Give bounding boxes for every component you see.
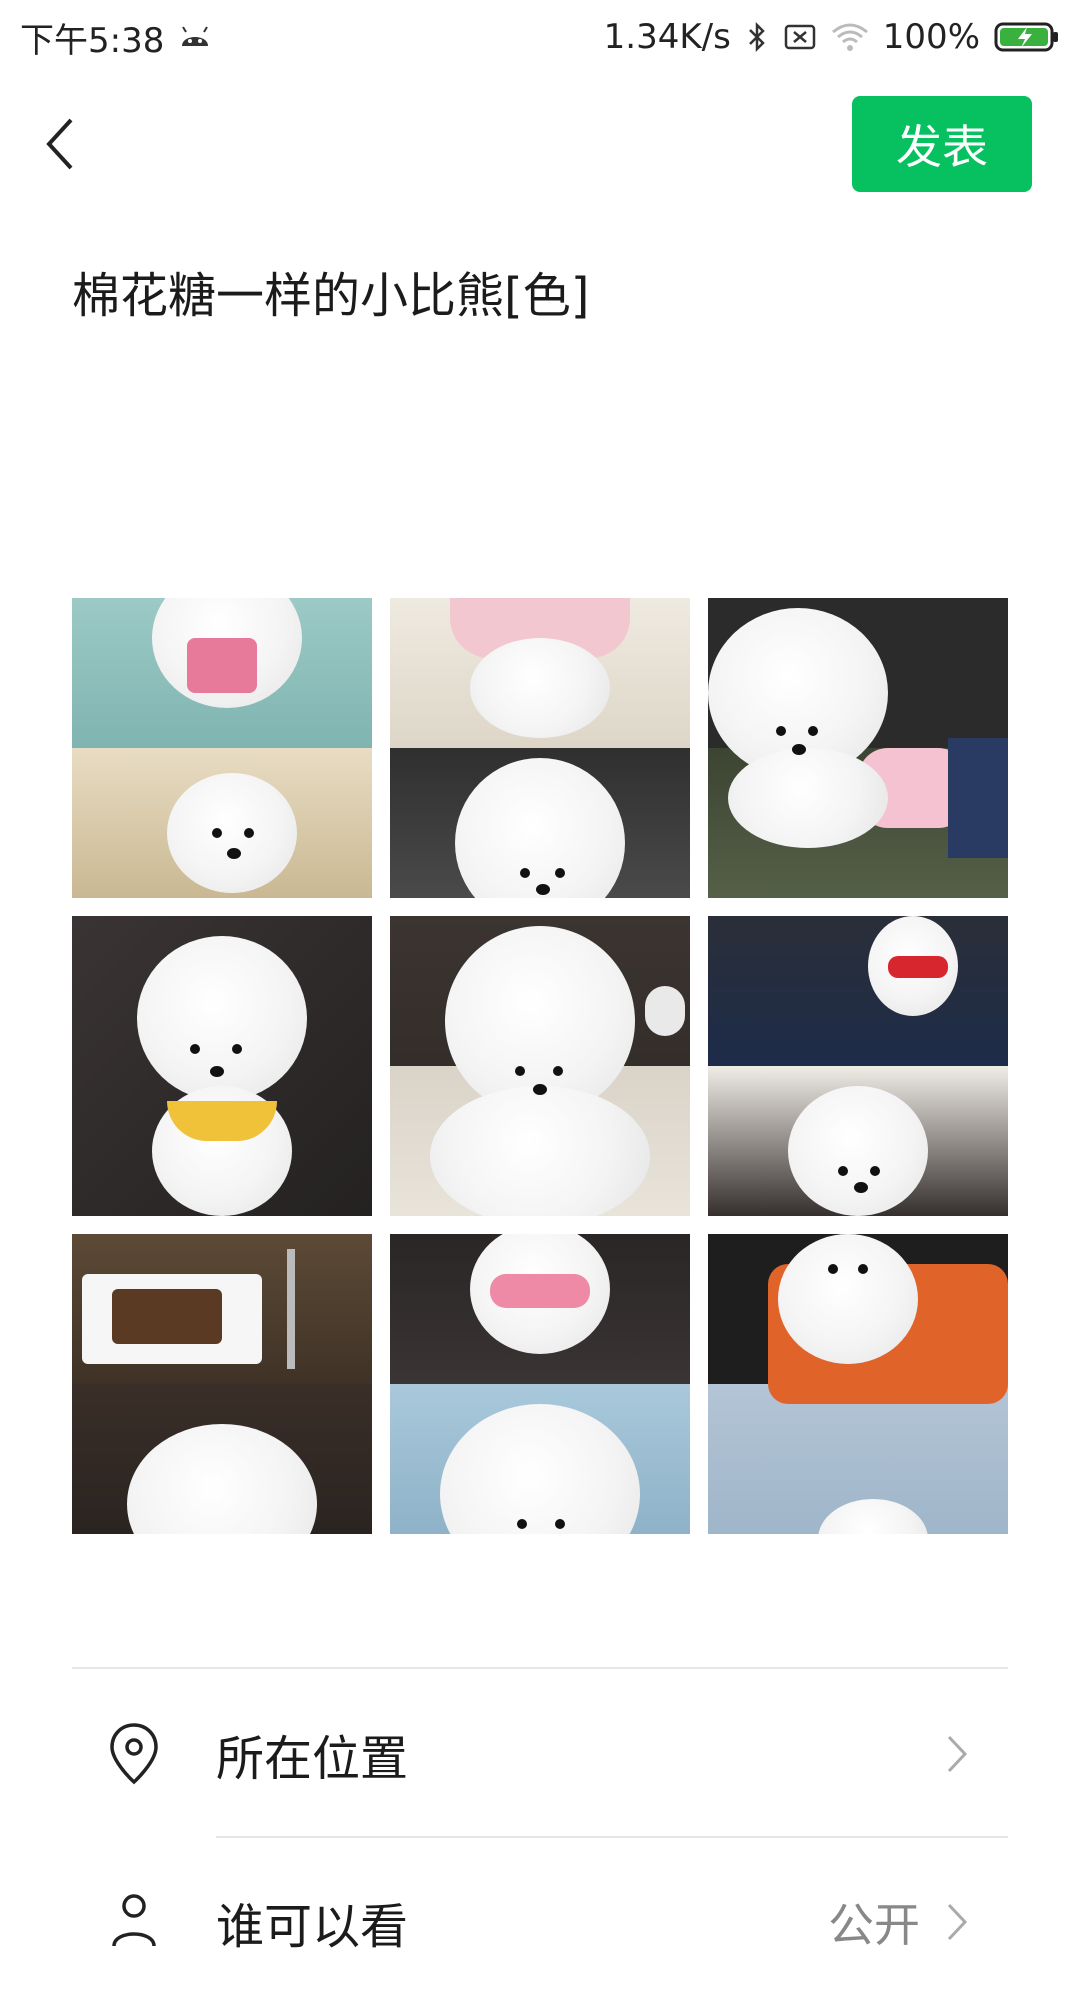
- wifi-icon: [831, 22, 869, 52]
- visibility-value: 公开: [828, 1898, 920, 1952]
- photo-thumbnail[interactable]: [72, 598, 372, 898]
- chevron-right-icon: [946, 1902, 968, 1942]
- post-text[interactable]: 棉花糖一样的小比熊[色]: [72, 256, 589, 326]
- net-speed: 1.34K/s: [603, 17, 731, 57]
- photo-thumbnail[interactable]: [390, 916, 690, 1216]
- section-divider: [72, 1667, 1008, 1669]
- person-icon: [108, 1888, 160, 1952]
- photo-thumbnail[interactable]: [708, 598, 1008, 898]
- bluetooth-icon: [745, 20, 769, 54]
- location-pin-icon: [108, 1722, 160, 1786]
- visibility-label: 谁可以看: [216, 1899, 409, 1955]
- photo-thumbnail[interactable]: [72, 1234, 372, 1534]
- battery-percent: 100%: [882, 17, 980, 57]
- photo-grid: [72, 598, 1008, 1534]
- location-row[interactable]: 所在位置: [0, 1670, 1080, 1838]
- photo-thumbnail[interactable]: [708, 916, 1008, 1216]
- location-label: 所在位置: [216, 1731, 409, 1787]
- photo-thumbnail[interactable]: [708, 1234, 1008, 1534]
- photo-thumbnail[interactable]: [390, 1234, 690, 1534]
- status-bar: 下午5:38 1.34K/s 100%: [0, 0, 1080, 74]
- photo-thumbnail[interactable]: [390, 598, 690, 898]
- visibility-row[interactable]: 谁可以看 公开: [0, 1838, 1080, 2006]
- chevron-right-icon: [946, 1734, 968, 1774]
- status-time: 下午5:38: [20, 20, 165, 61]
- photo-thumbnail[interactable]: [72, 916, 372, 1216]
- post-button[interactable]: 发表: [852, 96, 1032, 192]
- android-icon: [178, 24, 212, 50]
- back-button[interactable]: [38, 118, 82, 174]
- chevron-left-icon: [45, 118, 75, 174]
- battery-charging-icon: [994, 21, 1060, 53]
- no-sim-icon: [783, 23, 817, 51]
